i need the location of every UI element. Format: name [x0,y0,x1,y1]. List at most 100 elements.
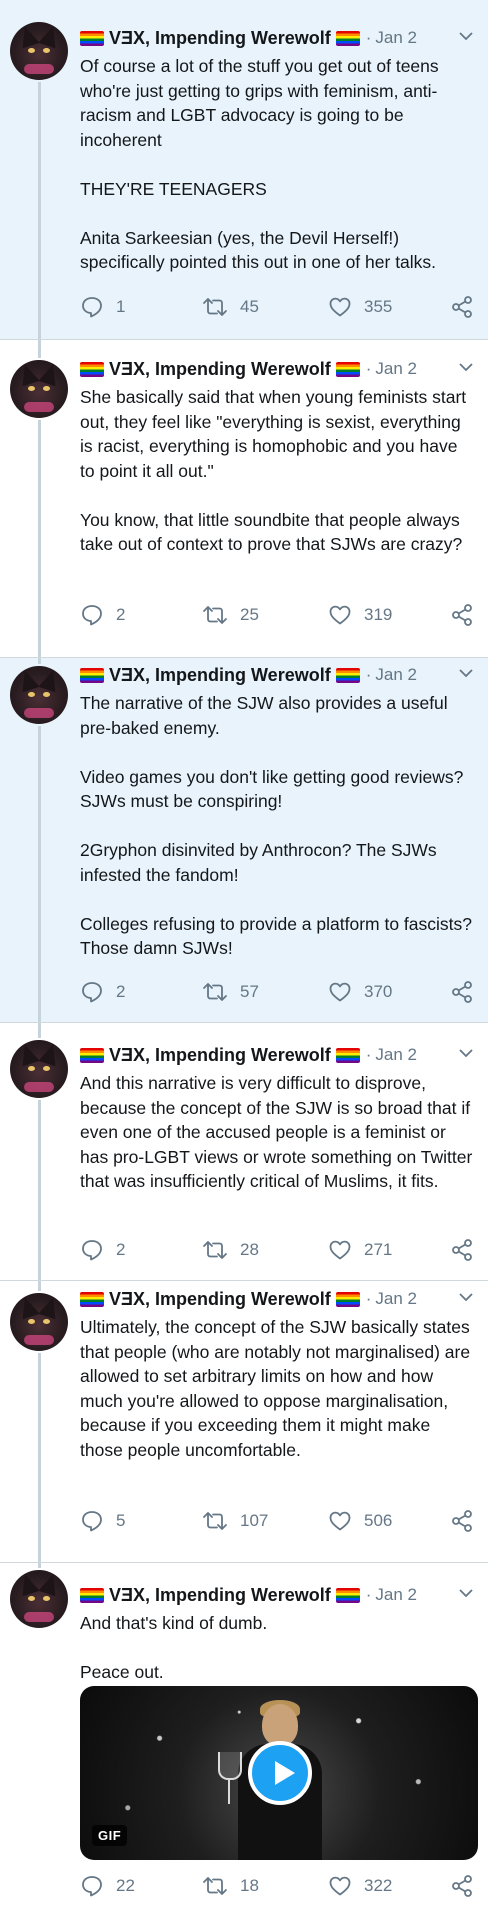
share-icon [452,604,472,626]
tweet-date[interactable]: Jan 2 [375,1045,417,1065]
display-name[interactable]: VƎX, Impending Werewolf [109,28,331,49]
display-name[interactable]: VƎX, Impending Werewolf [109,1289,331,1310]
retweet-icon [203,298,227,316]
share-button[interactable] [450,294,474,320]
like-button[interactable]: 319 [328,602,392,628]
retweet-button[interactable]: 28 [202,1237,259,1263]
retweet-count: 25 [240,605,259,624]
avatar[interactable] [10,1570,68,1628]
like-button[interactable]: 322 [328,1873,392,1899]
tweet-paragraph: She basically said that when young femin… [80,387,467,481]
thread-connector-line [38,658,41,664]
tweet-text: And this narrative is very difficult to … [80,1071,476,1194]
retweet-icon [203,606,227,624]
tweet-date[interactable]: Jan 2 [375,359,417,379]
reply-count: 2 [116,982,126,1001]
retweet-button[interactable]: 45 [202,294,259,320]
share-button[interactable] [450,1873,474,1899]
share-button[interactable] [450,979,474,1005]
tweet-paragraph: Video games you don't like getting good … [80,766,464,812]
avatar[interactable] [10,1040,68,1098]
heart-icon [329,1511,351,1531]
tweet-paragraph: Anita Sarkeesian (yes, the Devil Herself… [80,227,437,273]
share-icon [452,981,472,1003]
tweet-header: VƎX, Impending Werewolf · Jan 2 [80,357,474,381]
play-icon[interactable] [248,1741,312,1805]
reply-count: 2 [116,1240,126,1259]
tweet-date[interactable]: Jan 2 [375,665,417,685]
display-name[interactable]: VƎX, Impending Werewolf [109,359,331,380]
tweet-date[interactable]: Jan 2 [375,1585,417,1605]
chevron-down-icon[interactable] [458,1289,474,1305]
like-button[interactable]: 355 [328,294,392,320]
avatar[interactable] [10,666,68,724]
like-button[interactable]: 271 [328,1237,392,1263]
share-icon [452,1875,472,1897]
tweet-thread: VƎX, Impending Werewolf · Jan 2 Of cours… [0,0,488,1920]
like-button[interactable]: 370 [328,979,392,1005]
tweet-actions: 2 57 370 [80,979,474,1005]
share-button[interactable] [450,602,474,628]
retweet-count: 57 [240,982,259,1001]
retweet-button[interactable]: 57 [202,979,259,1005]
tweet-paragraph: You know, that little soundbite that peo… [80,509,463,555]
rainbow-flag-icon [335,1291,360,1307]
tweet-actions: 2 25 319 [80,602,474,628]
chevron-down-icon[interactable] [458,1585,474,1601]
tweet-text: The narrative of the SJW also provides a… [80,691,476,961]
reply-button[interactable]: 2 [80,1237,125,1263]
reply-button[interactable]: 5 [80,1508,125,1534]
reply-icon [82,297,102,318]
tweet-header: VƎX, Impending Werewolf · Jan 2 [80,1043,474,1067]
avatar[interactable] [10,1293,68,1351]
share-button[interactable] [450,1237,474,1263]
tweet-paragraph: Ultimately, the concept of the SJW basic… [80,1317,471,1460]
retweet-button[interactable]: 18 [202,1873,259,1899]
gif-media[interactable]: GIF [80,1686,478,1860]
tweet[interactable]: VƎX, Impending Werewolf · Jan 2 The narr… [0,658,488,1023]
chevron-down-icon[interactable] [458,1045,474,1061]
heart-icon [329,297,351,317]
tweet-header: VƎX, Impending Werewolf · Jan 2 [80,1583,474,1607]
rainbow-flag-icon [335,361,360,377]
tweet-paragraph: And that's kind of dumb. [80,1613,268,1633]
tweet[interactable]: VƎX, Impending Werewolf · Jan 2 And this… [0,1023,488,1281]
reply-button[interactable]: 1 [80,294,125,320]
like-count: 319 [364,605,393,624]
reply-icon [82,605,102,626]
tweet-header: VƎX, Impending Werewolf · Jan 2 [80,1287,474,1311]
heart-icon [329,1876,351,1896]
display-name[interactable]: VƎX, Impending Werewolf [109,665,331,686]
avatar[interactable] [10,360,68,418]
tweet[interactable]: VƎX, Impending Werewolf · Jan 2 Ultimate… [0,1281,488,1563]
tweet-date[interactable]: Jan 2 [375,28,417,48]
like-button[interactable]: 506 [328,1508,392,1534]
avatar[interactable] [10,22,68,80]
tweet[interactable]: VƎX, Impending Werewolf · Jan 2 She basi… [0,340,488,658]
separator-dot: · [365,28,372,47]
tweet-text: And that's kind of dumb. Peace out. [80,1611,476,1685]
rainbow-flag-icon [335,1587,360,1603]
tweet-date[interactable]: Jan 2 [375,1289,417,1309]
rainbow-flag-icon [80,1047,104,1063]
chevron-down-icon[interactable] [458,28,474,44]
retweet-count: 45 [240,297,259,316]
tweet[interactable]: VƎX, Impending Werewolf · Jan 2 Of cours… [0,0,488,340]
retweet-count: 18 [240,1876,259,1895]
tweet[interactable]: VƎX, Impending Werewolf · Jan 2 And that… [0,1563,488,1920]
retweet-button[interactable]: 25 [202,602,259,628]
retweet-button[interactable]: 107 [202,1508,268,1534]
thread-connector-line [38,1353,41,1563]
reply-button[interactable]: 2 [80,602,125,628]
tweet-paragraph: THEY'RE TEENAGERS [80,178,267,199]
chevron-down-icon[interactable] [458,665,474,681]
reply-button[interactable]: 2 [80,979,125,1005]
retweet-count: 107 [240,1511,269,1530]
tweet-actions: 5 107 506 [80,1508,474,1534]
share-button[interactable] [450,1508,474,1534]
display-name[interactable]: VƎX, Impending Werewolf [109,1045,331,1066]
chevron-down-icon[interactable] [458,359,474,375]
rainbow-flag-icon [335,667,360,683]
reply-button[interactable]: 22 [80,1873,135,1899]
display-name[interactable]: VƎX, Impending Werewolf [109,1585,331,1606]
